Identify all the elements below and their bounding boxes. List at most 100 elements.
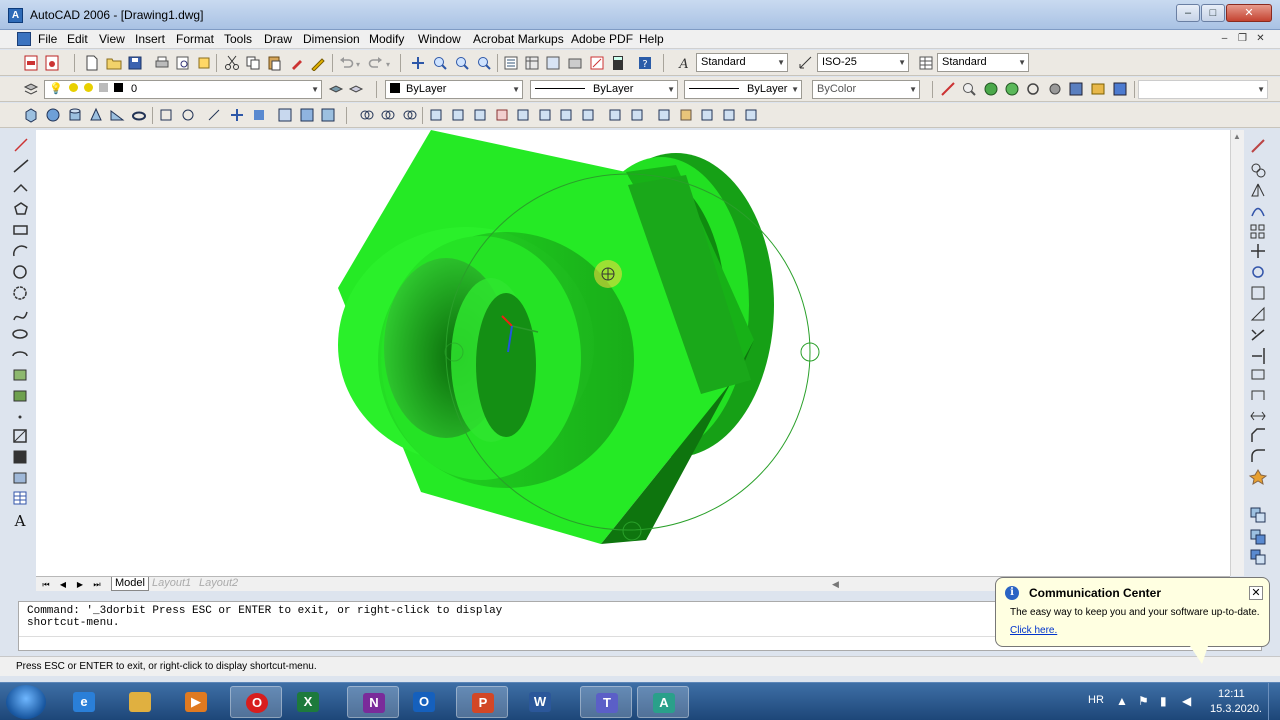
- tab-model[interactable]: Model: [111, 577, 149, 591]
- ellipse-arc-icon[interactable]: [12, 351, 28, 357]
- taskbar-outlook[interactable]: O: [398, 686, 450, 718]
- menu-dimension[interactable]: Dimension: [303, 32, 360, 47]
- settings-icon[interactable]: [1047, 81, 1063, 97]
- extrude-faces-icon[interactable]: [428, 107, 444, 123]
- publish-icon[interactable]: [196, 55, 212, 71]
- document-icon[interactable]: [17, 32, 31, 46]
- open-folder-icon[interactable]: [106, 55, 122, 71]
- color-edges-icon[interactable]: [629, 107, 645, 123]
- sheet-set-icon[interactable]: [567, 55, 583, 71]
- menu-file[interactable]: File: [38, 32, 57, 47]
- pan-icon[interactable]: [410, 55, 426, 71]
- menu-draw[interactable]: Draw: [264, 32, 292, 47]
- taskbar-internet-explorer[interactable]: e: [58, 686, 110, 718]
- polyline-icon[interactable]: [13, 183, 28, 193]
- menu-window[interactable]: Window: [418, 32, 461, 47]
- markup-icon[interactable]: [589, 55, 605, 71]
- revision-cloud-icon[interactable]: [13, 286, 27, 300]
- intersect-icon[interactable]: [402, 107, 418, 123]
- explode-icon[interactable]: [1248, 469, 1268, 486]
- next-tab-icon[interactable]: ▶: [74, 579, 86, 590]
- shell-icon[interactable]: [721, 107, 737, 123]
- union-icon[interactable]: [359, 107, 375, 123]
- language-indicator[interactable]: HR: [1088, 694, 1104, 706]
- print-icon[interactable]: [154, 55, 170, 71]
- mirror-icon[interactable]: [1251, 183, 1265, 197]
- scroll-left-icon[interactable]: ◀: [832, 579, 839, 590]
- construction-line-icon[interactable]: [13, 159, 29, 173]
- line-icon[interactable]: [14, 138, 28, 152]
- tab-layout1[interactable]: Layout1: [149, 577, 194, 591]
- spline-icon[interactable]: [13, 311, 28, 321]
- taskbar-autocad[interactable]: A: [637, 686, 689, 718]
- pdf-markup-icon[interactable]: [940, 81, 956, 97]
- rectangle-icon[interactable]: [13, 225, 28, 235]
- autocad-app-icon[interactable]: A: [8, 8, 23, 23]
- dim-style-icon[interactable]: [798, 55, 814, 71]
- move-icon[interactable]: [1251, 244, 1265, 258]
- pdf-icon[interactable]: [23, 55, 39, 71]
- folder-link-icon[interactable]: [1090, 81, 1106, 97]
- hatch-icon[interactable]: [13, 429, 27, 443]
- pdf-settings-icon[interactable]: [44, 55, 60, 71]
- scroll-up-icon[interactable]: ▲: [1233, 132, 1241, 141]
- 3d-model-viewport[interactable]: [36, 130, 1230, 576]
- array-icon[interactable]: [1250, 224, 1265, 239]
- text-style-icon[interactable]: A: [676, 55, 692, 71]
- menu-acrobat-markups[interactable]: Acrobat Markups: [473, 32, 564, 47]
- separate-icon[interactable]: [699, 107, 715, 123]
- break-icon[interactable]: [1251, 390, 1265, 400]
- box-solid-icon[interactable]: [23, 107, 39, 123]
- zoom-previous-icon[interactable]: [476, 55, 492, 71]
- menu-modify[interactable]: Modify: [369, 32, 404, 47]
- break-at-point-icon[interactable]: [1251, 369, 1265, 380]
- join-icon[interactable]: [1250, 411, 1266, 421]
- bring-front-icon[interactable]: [1250, 529, 1266, 545]
- taskbar-opera[interactable]: O: [230, 686, 282, 718]
- color-faces-icon[interactable]: [580, 107, 596, 123]
- taskbar-excel[interactable]: X: [282, 686, 334, 718]
- slice-icon[interactable]: [206, 107, 222, 123]
- zoom-realtime-icon[interactable]: [432, 55, 448, 71]
- fillet-icon[interactable]: [1251, 449, 1265, 462]
- arc-icon[interactable]: [13, 245, 28, 257]
- dim-style-select[interactable]: ISO-25 ▼: [817, 53, 909, 72]
- undo-icon[interactable]: [338, 55, 354, 71]
- cone-icon[interactable]: [88, 107, 104, 123]
- layer-select[interactable]: 💡 0 ▼: [44, 80, 322, 99]
- tab-layout2[interactable]: Layout2: [196, 577, 241, 591]
- volume-icon[interactable]: ◀: [1182, 694, 1191, 708]
- last-tab-icon[interactable]: ⏭: [91, 579, 103, 590]
- web-icon[interactable]: [1112, 81, 1128, 97]
- color-select[interactable]: ByLayer ▼: [385, 80, 523, 99]
- globe-icon[interactable]: [983, 81, 999, 97]
- flag-icon[interactable]: ⚑: [1138, 694, 1149, 708]
- erase-icon[interactable]: [1251, 139, 1265, 153]
- drawing-canvas[interactable]: [36, 130, 1230, 576]
- polygon-icon[interactable]: [14, 202, 28, 215]
- menu-help[interactable]: Help: [639, 32, 664, 47]
- undo-dropdown-icon[interactable]: ▾: [356, 60, 360, 69]
- check-icon[interactable]: [743, 107, 759, 123]
- region-icon[interactable]: [13, 472, 27, 484]
- make-block-icon[interactable]: [13, 390, 27, 402]
- extend-icon[interactable]: [1252, 348, 1265, 364]
- click-here-link[interactable]: Click here.: [1010, 625, 1057, 636]
- circle-icon[interactable]: [13, 265, 27, 279]
- taskbar-powerpoint[interactable]: P: [456, 686, 508, 718]
- cut-icon[interactable]: [224, 55, 240, 71]
- setup-view-icon[interactable]: [299, 107, 315, 123]
- match-properties-icon[interactable]: [289, 55, 305, 71]
- move-faces-icon[interactable]: [450, 107, 466, 123]
- extrude-icon[interactable]: [158, 107, 174, 123]
- show-desktop-button[interactable]: [1268, 683, 1280, 720]
- menu-insert[interactable]: Insert: [135, 32, 165, 47]
- offset-icon[interactable]: [1251, 207, 1265, 217]
- help-icon[interactable]: ?: [637, 55, 653, 71]
- delete-faces-icon[interactable]: [494, 107, 510, 123]
- zoom-search-icon[interactable]: [961, 81, 977, 97]
- menu-view[interactable]: View: [99, 32, 125, 47]
- gradient-icon[interactable]: [13, 450, 27, 464]
- scale-icon[interactable]: [1251, 286, 1265, 300]
- minimize-button[interactable]: –: [1176, 4, 1200, 22]
